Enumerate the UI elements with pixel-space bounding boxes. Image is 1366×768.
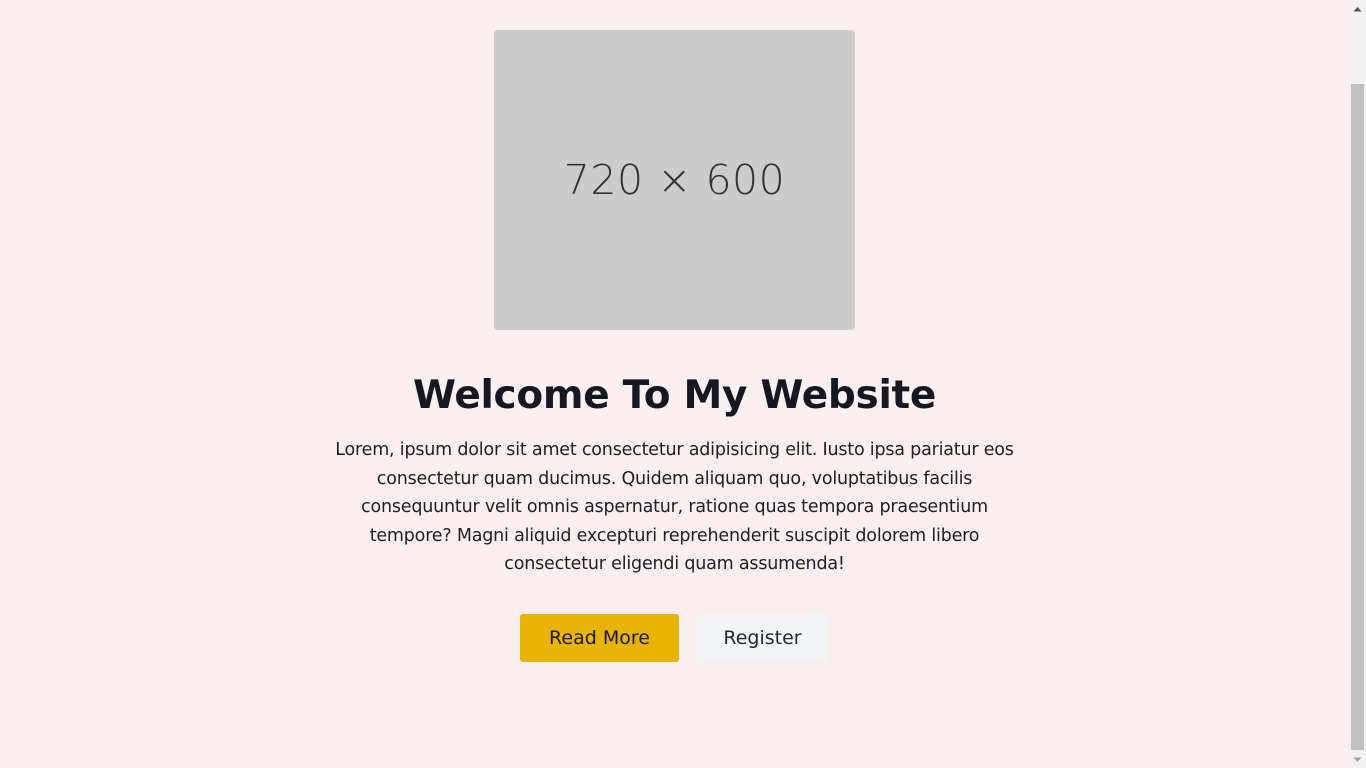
register-button[interactable]: Register: [697, 614, 828, 662]
chevron-down-icon[interactable]: [1349, 751, 1366, 768]
hero-section: 720 × 600 Welcome To My Website Lorem, i…: [0, 0, 1349, 768]
browser-viewport: 720 × 600 Welcome To My Website Lorem, i…: [0, 0, 1366, 768]
scrollbar-thumb[interactable]: [1351, 84, 1364, 750]
hero-description: Lorem, ipsum dolor sit amet consectetur …: [335, 440, 1014, 575]
chevron-up-icon[interactable]: [1349, 0, 1366, 17]
vertical-scrollbar[interactable]: [1349, 0, 1366, 768]
read-more-button[interactable]: Read More: [520, 614, 679, 662]
hero-image-placeholder: 720 × 600: [494, 30, 855, 330]
image-size-label: 720 × 600: [563, 155, 786, 204]
page-title: Welcome To My Website: [413, 373, 936, 418]
